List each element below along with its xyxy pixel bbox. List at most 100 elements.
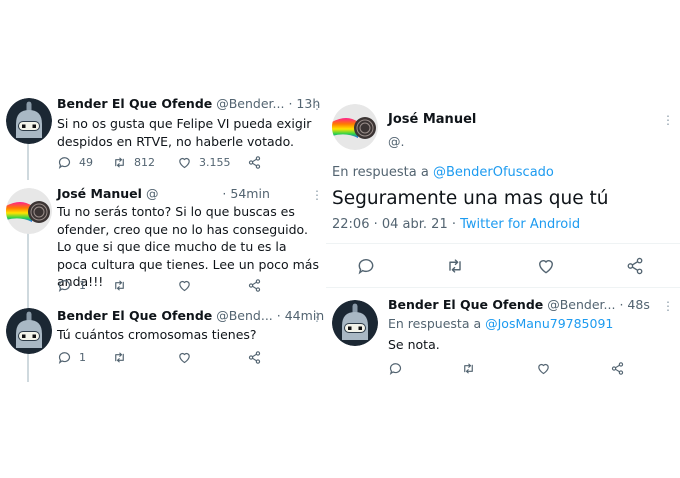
display-name[interactable]: Bender El Que Ofende: [57, 96, 212, 111]
tweet-actions: [326, 256, 680, 278]
tweet-header: José Manuel @ · 54min: [57, 186, 270, 202]
retweet-button[interactable]: 812: [112, 155, 177, 170]
avatar[interactable]: [6, 98, 52, 144]
like-button[interactable]: [177, 278, 247, 293]
reply-to-link[interactable]: @JosManu79785091: [485, 316, 613, 331]
jose-manuel-avatar-icon: [6, 188, 52, 234]
reply-icon: [58, 279, 71, 292]
reply-button[interactable]: [356, 256, 376, 276]
display-name[interactable]: Bender El Que Ofende: [57, 308, 212, 323]
reply-context: En respuesta a @JosManu79785091: [388, 316, 613, 331]
left-thread-panel: Bender El Que Ofende @Bender... · 13h ⋮ …: [0, 82, 326, 382]
bender-avatar-icon: [6, 98, 52, 144]
bender-avatar-icon: [332, 300, 378, 346]
thread-connector: [27, 232, 29, 312]
reply-button[interactable]: 49: [57, 155, 112, 170]
tweet-bender-reply[interactable]: Bender El Que Ofende @Bender... · 48s ⋮ …: [326, 288, 680, 390]
reply-count: 1: [79, 350, 86, 364]
focused-tweet: José Manuel @. ⋮ En respuesta a @BenderO…: [326, 90, 680, 288]
tweet-text: Seguramente una mas que tú: [332, 188, 609, 209]
reply-count: 49: [79, 155, 93, 169]
tweet-header: Bender El Que Ofende @Bend... · 44min: [57, 308, 324, 324]
like-count: 3.155: [199, 155, 231, 169]
user-handle[interactable]: @Bend...: [216, 308, 273, 323]
separator-dot: ·: [222, 186, 227, 201]
tweet-text: Se nota.: [388, 337, 440, 352]
like-button[interactable]: 3.155: [177, 155, 247, 170]
heart-icon: [538, 363, 549, 375]
retweet-icon: [115, 352, 124, 362]
retweet-button[interactable]: [461, 361, 476, 380]
reply-icon: [389, 363, 402, 375]
share-button[interactable]: [610, 361, 625, 380]
bender-avatar-icon: [6, 308, 52, 354]
avatar[interactable]: [332, 300, 378, 346]
more-options-icon[interactable]: ⋮: [311, 311, 323, 323]
jose-manuel-avatar-icon: [332, 104, 378, 150]
retweet-icon: [115, 280, 124, 290]
divider: [326, 243, 680, 244]
like-button[interactable]: [177, 350, 247, 365]
retweet-count: 812: [134, 155, 155, 169]
share-button[interactable]: [247, 155, 262, 170]
timestamp[interactable]: 48s: [627, 297, 649, 312]
client-link[interactable]: Twitter for Android: [460, 217, 580, 232]
tweet-header: Bender El Que Ofende @Bender... · 13h: [57, 96, 320, 112]
reply-context: En respuesta a @BenderOfuscado: [332, 165, 554, 180]
user-handle[interactable]: @.: [388, 134, 404, 149]
share-icon: [611, 362, 624, 375]
tweet-actions: 1: [57, 349, 262, 365]
reply-button[interactable]: [388, 361, 403, 380]
share-icon: [248, 350, 261, 364]
more-options-icon[interactable]: ⋮: [311, 99, 323, 111]
tweet-actions: 49 812 3.155: [57, 154, 262, 170]
separator-dot: ·: [451, 217, 456, 232]
more-options-icon[interactable]: ⋮: [311, 189, 323, 201]
more-options-icon[interactable]: ⋮: [662, 114, 674, 126]
share-button[interactable]: [625, 256, 645, 276]
user-handle[interactable]: @: [146, 186, 159, 201]
retweet-icon: [464, 363, 473, 374]
retweet-icon: [115, 157, 124, 167]
heart-icon: [539, 260, 553, 274]
user-handle[interactable]: @Bender...: [547, 297, 615, 312]
reply-icon: [58, 351, 71, 364]
reply-count: 1: [79, 278, 86, 292]
avatar[interactable]: [6, 188, 52, 234]
like-button[interactable]: [536, 256, 556, 276]
display-name[interactable]: José Manuel: [388, 112, 476, 127]
share-icon: [627, 257, 643, 275]
reply-button[interactable]: 1: [57, 278, 112, 293]
separator-dot: ·: [288, 96, 293, 111]
heart-icon: [179, 352, 190, 363]
thread-connector: [27, 352, 29, 382]
retweet-button[interactable]: [112, 278, 177, 293]
display-name[interactable]: Bender El Que Ofende: [388, 297, 543, 312]
user-handle[interactable]: @Bender...: [216, 96, 284, 111]
share-button[interactable]: [247, 278, 262, 293]
tweet-text: Si no os gusta que Felipe VI pueda exigi…: [57, 116, 312, 149]
full-timestamp[interactable]: 22:06 · 04 abr. 21: [332, 217, 448, 232]
separator-dot: ·: [276, 308, 281, 323]
avatar[interactable]: [332, 104, 378, 150]
tweet-header: Bender El Que Ofende @Bender... · 48s: [388, 297, 650, 313]
display-name[interactable]: José Manuel: [57, 186, 142, 201]
like-button[interactable]: [536, 361, 551, 380]
share-icon: [248, 155, 261, 169]
more-options-icon[interactable]: ⋮: [662, 300, 674, 312]
reply-prefix: En respuesta a: [332, 165, 429, 180]
tweet-actions: [388, 361, 628, 377]
retweet-button[interactable]: [112, 350, 177, 365]
reply-prefix: En respuesta a: [388, 316, 482, 331]
avatar[interactable]: [6, 308, 52, 354]
retweet-button[interactable]: [445, 256, 465, 276]
share-button[interactable]: [247, 350, 262, 365]
right-detail-panel: José Manuel @. ⋮ En respuesta a @BenderO…: [326, 90, 680, 390]
heart-icon: [179, 280, 190, 291]
reply-to-link[interactable]: @BenderOfuscado: [433, 165, 554, 180]
reply-button[interactable]: 1: [57, 350, 112, 365]
tweet-actions: 1: [57, 277, 262, 293]
tweet-meta: 22:06 · 04 abr. 21 · Twitter for Android: [332, 217, 580, 232]
share-icon: [248, 278, 261, 292]
timestamp[interactable]: 54min: [230, 186, 269, 201]
